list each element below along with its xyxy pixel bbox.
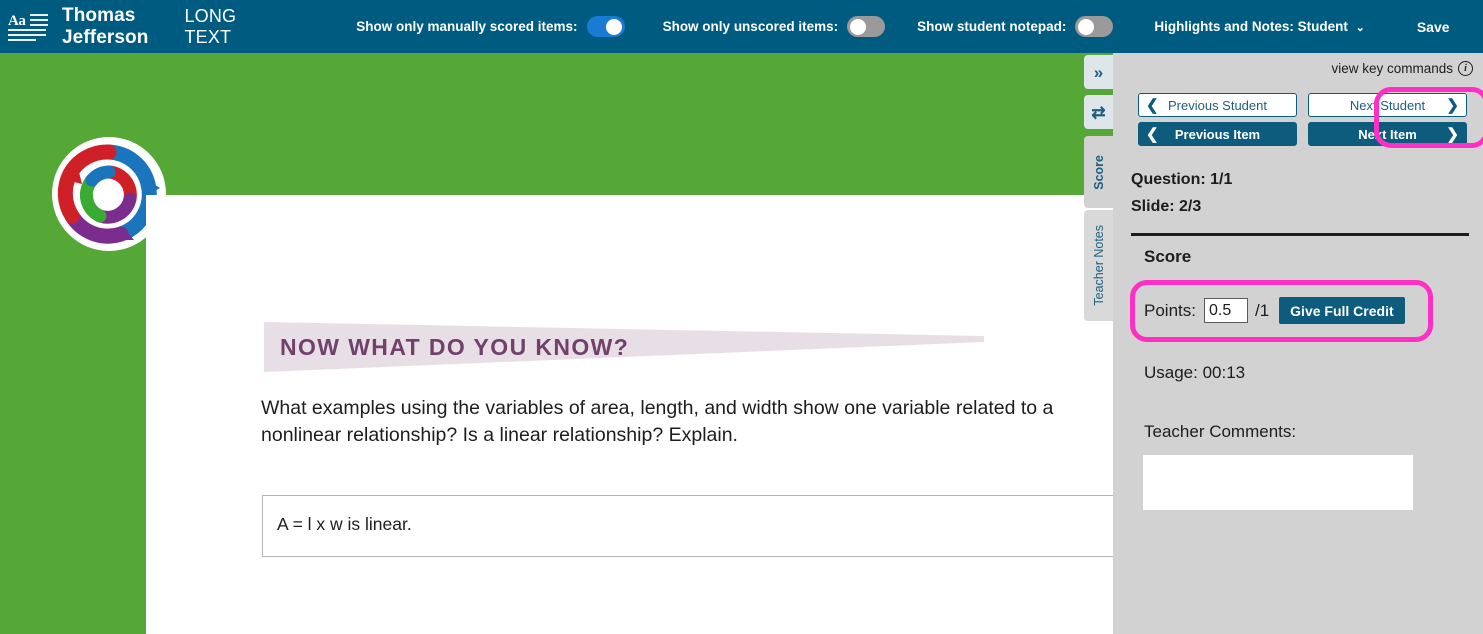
chevron-left-icon: ❮ bbox=[1146, 125, 1159, 143]
toggle-unscored-switch[interactable] bbox=[847, 16, 886, 37]
navigation-buttons: ❮ Previous Student Next Student ❯ ❮ Prev… bbox=[1138, 93, 1467, 151]
previous-student-button[interactable]: ❮ Previous Student bbox=[1138, 93, 1297, 117]
app-header: Aa Thomas Jefferson LONG TEXT Show only … bbox=[0, 0, 1483, 53]
previous-item-label: Previous Item bbox=[1174, 126, 1261, 142]
points-label: Points: bbox=[1144, 300, 1196, 320]
toggle-student-notepad[interactable]: Show student notepad: bbox=[917, 16, 1114, 37]
question-counter: Question: 1/1 bbox=[1131, 171, 1233, 188]
teacher-comments-label: Teacher Comments: bbox=[1144, 422, 1297, 441]
scoring-panel: view key commands i ❮ Previous Student N… bbox=[1113, 53, 1483, 634]
progress-counters: Question: 1/1 Slide: 2/3 bbox=[1131, 166, 1232, 220]
chevron-down-icon: ⌄ bbox=[1355, 22, 1365, 34]
text-format-icon[interactable]: Aa bbox=[8, 12, 48, 42]
toggle-manually-scored-switch[interactable] bbox=[586, 16, 625, 37]
previous-item-button[interactable]: ❮ Previous Item bbox=[1138, 122, 1297, 146]
slide-counter: Slide: 2/3 bbox=[1131, 198, 1202, 215]
swap-view-tab[interactable]: ⇄ bbox=[1084, 95, 1113, 129]
next-item-label: Next Item bbox=[1358, 126, 1417, 142]
next-student-label: Next Student bbox=[1349, 97, 1426, 113]
student-answer-text: A = l x w is linear. bbox=[277, 514, 412, 534]
student-answer-box[interactable]: A = l x w is linear. bbox=[262, 495, 1113, 557]
view-key-commands-link[interactable]: view key commands i bbox=[1331, 61, 1473, 76]
double-chevron-right-icon: » bbox=[1093, 62, 1104, 82]
slide-canvas: NOW WHAT DO YOU KNOW? What examples usin… bbox=[146, 195, 1113, 634]
view-key-commands-label: view key commands bbox=[1331, 61, 1453, 76]
points-row: Points: /1 Give Full Credit bbox=[1144, 297, 1405, 324]
give-full-credit-button[interactable]: Give Full Credit bbox=[1279, 297, 1405, 324]
chevron-left-icon: ❮ bbox=[1146, 96, 1159, 114]
teacher-scoring-app: Aa Thomas Jefferson LONG TEXT Show only … bbox=[0, 0, 1483, 634]
toggle-student-notepad-switch[interactable] bbox=[1075, 16, 1114, 37]
toggle-unscored[interactable]: Show only unscored items: bbox=[663, 16, 886, 37]
question-line-2: nonlinear relationship? Is a linear rela… bbox=[261, 424, 738, 446]
slide-stage: NOW WHAT DO YOU KNOW? What examples usin… bbox=[0, 53, 1113, 634]
previous-student-label: Previous Student bbox=[1167, 97, 1267, 113]
panel-tab-strip: » ⇄ Score Teacher Notes bbox=[1084, 53, 1113, 321]
section-divider bbox=[1131, 233, 1469, 236]
slide-title: NOW WHAT DO YOU KNOW? bbox=[280, 334, 630, 360]
teacher-notes-tab-label: Teacher Notes bbox=[1091, 225, 1106, 306]
score-tab[interactable]: Score bbox=[1084, 136, 1113, 208]
toggle-manually-scored[interactable]: Show only manually scored items: bbox=[356, 16, 625, 37]
item-type-label: LONG TEXT bbox=[184, 5, 237, 47]
question-prompt: What examples using the variables of are… bbox=[261, 395, 1113, 449]
highlights-notes-dropdown[interactable]: Highlights and Notes: Student ⌄ bbox=[1154, 19, 1364, 34]
score-tab-label: Score bbox=[1091, 154, 1106, 190]
teacher-notes-tab[interactable]: Teacher Notes bbox=[1084, 210, 1113, 321]
score-heading: Score bbox=[1144, 247, 1192, 266]
student-name: Thomas Jefferson bbox=[62, 4, 149, 48]
toggle-manually-scored-label: Show only manually scored items: bbox=[356, 19, 578, 34]
highlights-notes-label: Highlights and Notes: Student bbox=[1154, 19, 1348, 34]
toggle-unscored-label: Show only unscored items: bbox=[662, 19, 839, 34]
points-input[interactable] bbox=[1203, 298, 1248, 323]
chevron-right-icon: ❯ bbox=[1446, 96, 1459, 114]
swap-arrows-icon: ⇄ bbox=[1091, 102, 1106, 122]
save-button[interactable]: Save bbox=[1417, 19, 1450, 35]
next-item-button[interactable]: Next Item ❯ bbox=[1308, 122, 1467, 146]
chevron-right-icon: ❯ bbox=[1446, 125, 1459, 143]
usage-time: Usage: 00:13 bbox=[1144, 363, 1246, 382]
collapse-panel-tab[interactable]: » bbox=[1084, 55, 1113, 89]
points-max-label: /1 bbox=[1254, 300, 1270, 320]
next-student-button[interactable]: Next Student ❯ bbox=[1308, 93, 1467, 117]
info-icon: i bbox=[1458, 61, 1473, 76]
question-line-1: What examples using the variables of are… bbox=[261, 397, 1054, 419]
teacher-comments-input[interactable] bbox=[1143, 455, 1413, 510]
toggle-student-notepad-label: Show student notepad: bbox=[917, 19, 1067, 34]
